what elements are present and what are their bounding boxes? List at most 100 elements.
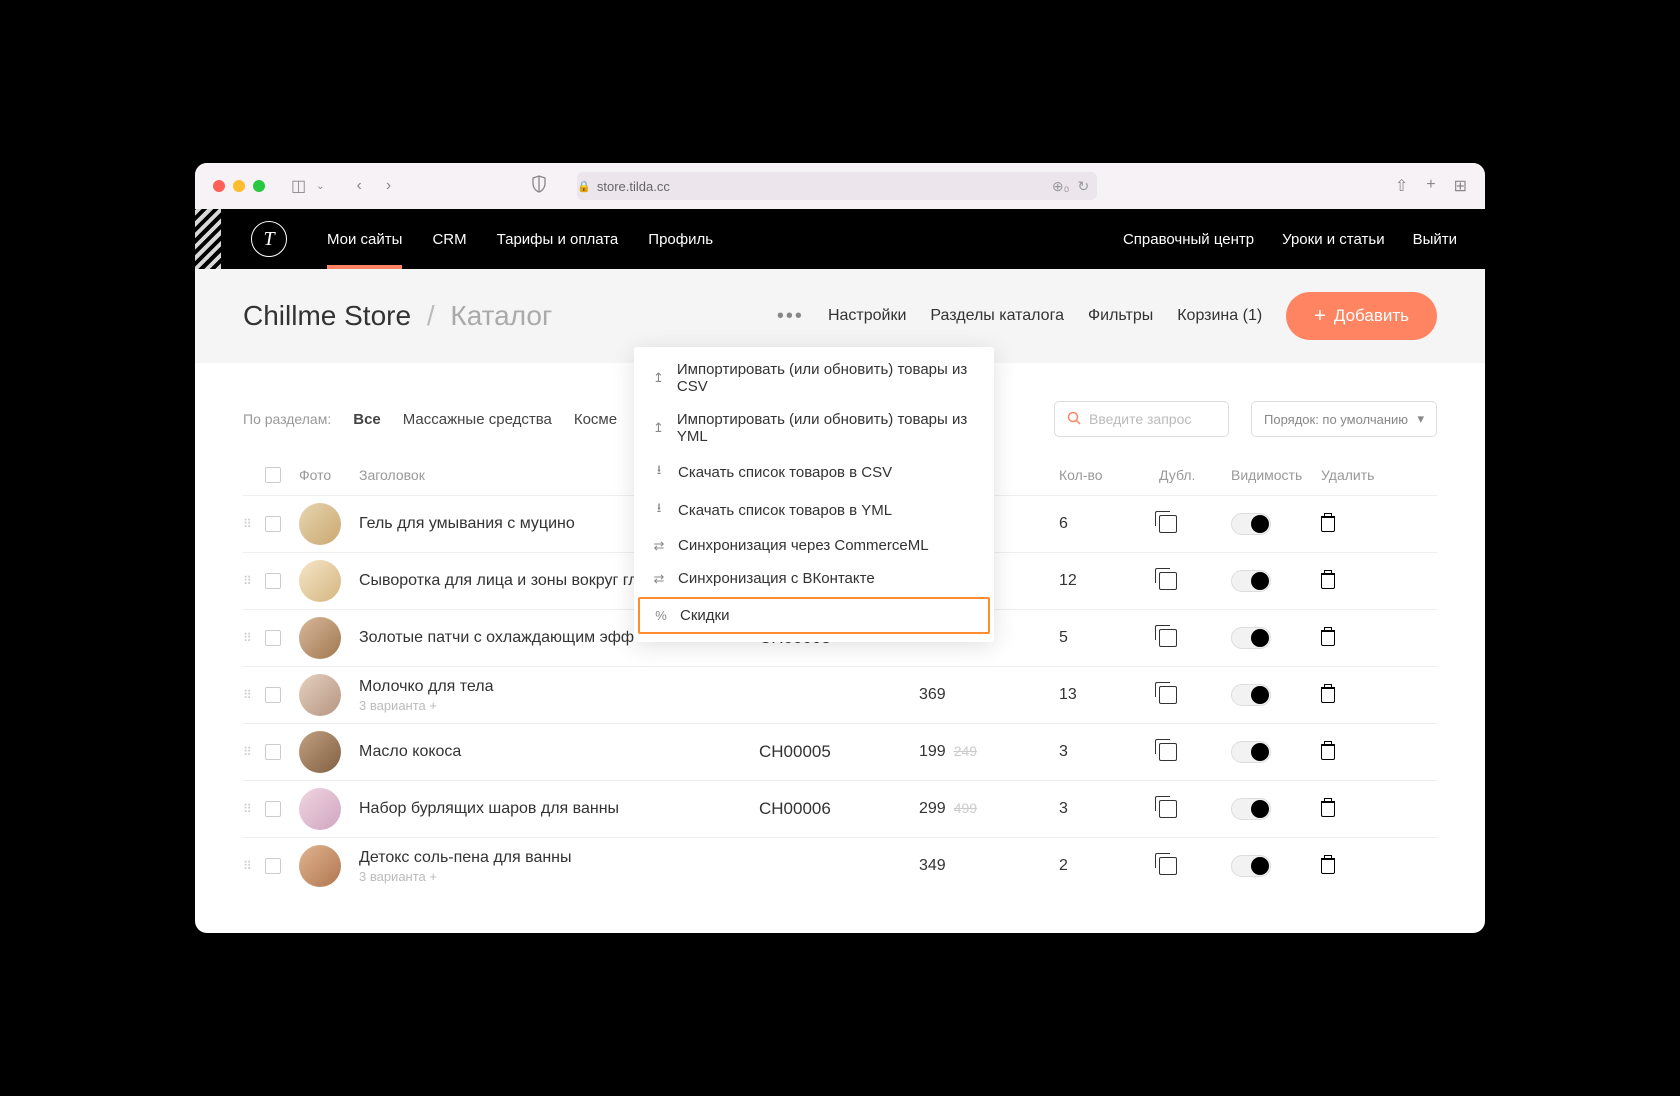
close-window-button[interactable] [213,180,225,192]
visibility-toggle[interactable] [1231,513,1271,535]
row-checkbox[interactable] [265,516,281,532]
tilda-logo[interactable]: T [251,221,287,257]
add-button[interactable]: + Добавить [1286,292,1437,340]
drag-handle-icon[interactable]: ⠿ [243,693,265,698]
product-thumb[interactable] [299,503,341,545]
sidebar-toggle-button[interactable]: ◫ ⌄ [287,172,329,200]
tabs-icon[interactable]: ⊞ [1454,176,1467,196]
upload-icon: ↥ [652,370,665,386]
row-checkbox[interactable] [265,801,281,817]
menu-export-csv[interactable]: ⭳Скачать список товаров в CSV [634,453,994,491]
duplicate-icon[interactable] [1159,686,1177,704]
menu-import-csv[interactable]: ↥Импортировать (или обновить) товары из … [634,353,994,403]
duplicate-icon[interactable] [1159,515,1177,533]
trash-icon[interactable] [1321,573,1335,589]
search-input[interactable]: Введите запрос [1054,401,1229,437]
trash-icon[interactable] [1321,516,1335,532]
filter-all[interactable]: Все [353,411,381,428]
sort-select[interactable]: Порядок: по умолчанию ▾ [1251,401,1437,437]
nav-logout[interactable]: Выйти [1413,211,1457,268]
minimize-window-button[interactable] [233,180,245,192]
drag-handle-icon[interactable]: ⠿ [243,522,265,527]
product-qty: 5 [1059,629,1159,647]
duplicate-icon[interactable] [1159,857,1177,875]
duplicate-icon[interactable] [1159,572,1177,590]
reader-icon[interactable]: ⊕₀ [1052,178,1070,195]
trash-icon[interactable] [1321,744,1335,760]
nav-lessons[interactable]: Уроки и статьи [1282,211,1384,268]
shield-icon[interactable] [527,171,551,202]
nav-profile[interactable]: Профиль [648,211,713,268]
nav-tariffs[interactable]: Тарифы и оплата [497,211,619,268]
menu-sync-vk[interactable]: ⇄Синхронизация с ВКонтакте [634,562,994,595]
share-icon[interactable]: ⇧ [1395,176,1408,196]
menu-sync-commerceml[interactable]: ⇄Синхронизация через CommerceML [634,529,994,562]
product-thumb[interactable] [299,731,341,773]
more-menu-button[interactable]: ••• [777,305,804,328]
filter-cosmetics[interactable]: Косме [574,411,617,428]
menu-discounts[interactable]: %Скидки [638,597,990,634]
nav-crm[interactable]: CRM [432,211,466,268]
nav-my-sites[interactable]: Мои сайты [327,211,402,268]
menu-export-yml[interactable]: ⭳Скачать список товаров в YML [634,491,994,529]
table-row[interactable]: ⠿ Набор бурлящих шаров для ванны CH00006… [243,780,1437,837]
duplicate-icon[interactable] [1159,743,1177,761]
filter-massage[interactable]: Массажные средства [403,411,552,428]
row-checkbox[interactable] [265,630,281,646]
nav-help[interactable]: Справочный центр [1123,211,1254,268]
drag-handle-icon[interactable]: ⠿ [243,636,265,641]
drag-handle-icon[interactable]: ⠿ [243,750,265,755]
sync-icon: ⇄ [652,571,666,587]
breadcrumb-store[interactable]: Chillme Store [243,300,411,331]
table-row[interactable]: ⠿ Молочко для тела 3 варианта + 369 13 [243,666,1437,723]
check-all[interactable] [265,467,281,483]
col-dup: Дубл. [1159,467,1231,483]
link-filters[interactable]: Фильтры [1088,307,1153,325]
duplicate-icon[interactable] [1159,800,1177,818]
product-thumb[interactable] [299,788,341,830]
maximize-window-button[interactable] [253,180,265,192]
product-thumb[interactable] [299,845,341,887]
row-checkbox[interactable] [265,858,281,874]
trash-icon[interactable] [1321,630,1335,646]
link-settings[interactable]: Настройки [828,307,906,325]
trash-icon[interactable] [1321,801,1335,817]
product-thumb[interactable] [299,674,341,716]
link-trash[interactable]: Корзина (1) [1177,307,1262,325]
download-icon: ⭳ [652,499,666,521]
menu-import-yml[interactable]: ↥Импортировать (или обновить) товары из … [634,403,994,453]
url-bar[interactable]: 🔒 store.tilda.cc ⊕₀ ↻ [577,172,1097,200]
nav-right: Справочный центр Уроки и статьи Выйти [1123,211,1457,268]
visibility-toggle[interactable] [1231,627,1271,649]
duplicate-icon[interactable] [1159,629,1177,647]
visibility-toggle[interactable] [1231,741,1271,763]
decorative-edge [195,209,221,269]
row-checkbox[interactable] [265,573,281,589]
row-checkbox[interactable] [265,687,281,703]
product-thumb[interactable] [299,560,341,602]
product-thumb[interactable] [299,617,341,659]
new-tab-icon[interactable]: + [1426,176,1435,196]
forward-button[interactable]: › [382,173,395,199]
visibility-toggle[interactable] [1231,570,1271,592]
row-checkbox[interactable] [265,744,281,760]
drag-handle-icon[interactable]: ⠿ [243,864,265,869]
visibility-toggle[interactable] [1231,855,1271,877]
window-controls [213,180,265,192]
variants-label[interactable]: 3 варианта + [359,698,759,713]
table-row[interactable]: ⠿ Детокс соль-пена для ванны 3 варианта … [243,837,1437,894]
drag-handle-icon[interactable]: ⠿ [243,579,265,584]
browser-chrome: ◫ ⌄ ‹ › 🔒 store.tilda.cc ⊕₀ ↻ ⇧ + ⊞ [195,163,1485,209]
visibility-toggle[interactable] [1231,798,1271,820]
visibility-toggle[interactable] [1231,684,1271,706]
back-button[interactable]: ‹ [353,173,366,199]
reload-icon[interactable]: ↻ [1077,178,1089,195]
variants-label[interactable]: 3 варианта + [359,869,759,884]
product-qty: 3 [1059,800,1159,818]
trash-icon[interactable] [1321,858,1335,874]
drag-handle-icon[interactable]: ⠿ [243,807,265,812]
trash-icon[interactable] [1321,687,1335,703]
search-placeholder: Введите запрос [1089,411,1191,427]
table-row[interactable]: ⠿ Масло кокоса CH00005 199 249 3 [243,723,1437,780]
link-sections[interactable]: Разделы каталога [930,307,1064,325]
